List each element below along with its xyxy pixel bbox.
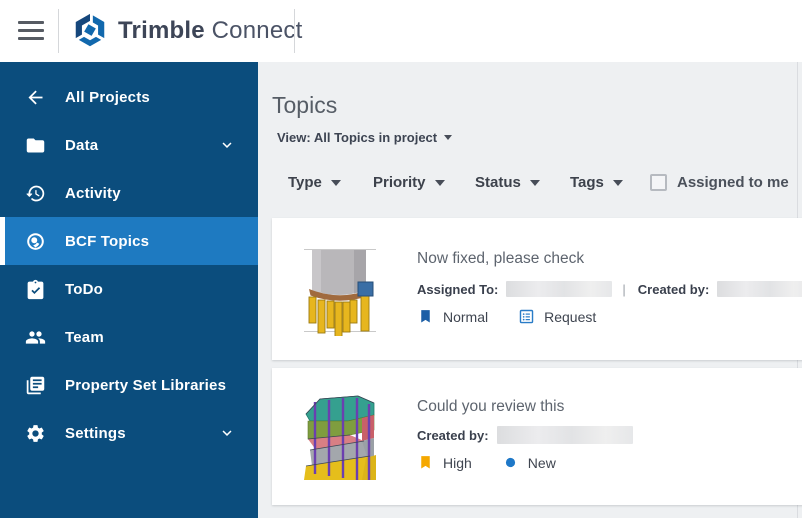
caret-down-icon — [435, 180, 445, 186]
view-selector[interactable]: View: All Topics in project — [277, 130, 452, 145]
header-divider — [294, 9, 295, 53]
created-by-label: Created by: — [417, 428, 489, 443]
topics-panel: Topics View: All Topics in project Type … — [258, 62, 802, 518]
assigned-to-me-toggle[interactable]: Assigned to me — [650, 174, 789, 191]
caret-down-icon — [444, 135, 452, 140]
type-tag: Request — [518, 308, 596, 325]
sidebar-item-label: Property Set Libraries — [65, 377, 226, 394]
topic-tags: High New — [417, 454, 586, 471]
filter-status-label: Status — [475, 174, 521, 191]
sidebar-item-activity[interactable]: Activity — [0, 169, 258, 217]
status-dot-icon — [502, 454, 519, 471]
sidebar-item-bcf-topics[interactable]: BCF Topics — [0, 217, 258, 265]
page-title: Topics — [272, 92, 337, 119]
bookmark-icon — [417, 454, 434, 471]
arrow-left-icon — [24, 86, 46, 108]
status-tag: New — [502, 454, 556, 471]
library-icon — [24, 374, 46, 396]
topic-thumbnail — [304, 244, 376, 336]
filter-status-dropdown[interactable]: Status — [475, 174, 540, 191]
caret-down-icon — [530, 180, 540, 186]
created-by-value-redacted — [497, 426, 633, 444]
topic-meta: Assigned To: | Created by: — [417, 281, 802, 297]
priority-tag: Normal — [417, 308, 488, 325]
sidebar-item-label: Team — [65, 329, 104, 346]
topic-title: Could you review this — [417, 398, 564, 416]
chevron-down-icon[interactable] — [218, 136, 236, 154]
gear-icon — [24, 422, 46, 444]
topic-meta: Created by: — [417, 426, 633, 444]
sidebar-item-label: Settings — [65, 425, 126, 442]
filter-priority-dropdown[interactable]: Priority — [373, 174, 445, 191]
view-selector-label: View: All Topics in project — [277, 130, 437, 145]
history-icon — [24, 182, 46, 204]
filter-priority-label: Priority — [373, 174, 426, 191]
sidebar-item-todo[interactable]: ToDo — [0, 265, 258, 313]
priority-label: Normal — [443, 309, 488, 325]
filter-tags-dropdown[interactable]: Tags — [570, 174, 623, 191]
filter-tags-label: Tags — [570, 174, 604, 191]
type-label: Request — [544, 309, 596, 325]
top-header: Trimble Connect — [0, 0, 802, 62]
assigned-to-me-checkbox[interactable] — [650, 174, 667, 191]
bcf-icon — [24, 230, 46, 252]
assigned-to-me-label: Assigned to me — [677, 174, 789, 191]
team-icon — [24, 326, 46, 348]
topic-thumbnail — [304, 394, 376, 480]
sidebar-item-property-set-libraries[interactable]: Property Set Libraries — [0, 361, 258, 409]
meta-separator: | — [622, 282, 625, 297]
chevron-down-icon[interactable] — [218, 424, 236, 442]
filter-type-dropdown[interactable]: Type — [288, 174, 341, 191]
brand-name-light: Connect — [212, 17, 303, 44]
filter-bar: Type Priority Status Tags Assigned to me — [258, 174, 802, 202]
caret-down-icon — [613, 180, 623, 186]
sidebar-item-label: Activity — [65, 185, 121, 202]
sidebar-item-label: ToDo — [65, 281, 103, 298]
sidebar-item-label: All Projects — [65, 89, 150, 106]
topic-title: Now fixed, please check — [417, 250, 584, 268]
brand-logo: Trimble Connect — [72, 12, 302, 50]
caret-down-icon — [331, 180, 341, 186]
header-divider — [58, 9, 59, 53]
hamburger-menu-icon[interactable] — [18, 21, 44, 41]
topic-tags: Normal Request — [417, 308, 626, 325]
created-by-label: Created by: — [638, 282, 710, 297]
trimble-logo-icon — [72, 12, 108, 50]
priority-tag: High — [417, 454, 472, 471]
bookmark-icon — [417, 308, 434, 325]
assigned-to-label: Assigned To: — [417, 282, 498, 297]
sidebar-item-team[interactable]: Team — [0, 313, 258, 361]
app-window: Trimble Connect All Projects Data Activi… — [0, 0, 802, 518]
brand-name-bold: Trimble — [118, 17, 205, 44]
brand-name: Trimble Connect — [118, 17, 302, 45]
request-form-icon — [518, 308, 535, 325]
filter-type-label: Type — [288, 174, 322, 191]
status-label: New — [528, 455, 556, 471]
todo-clipboard-icon — [24, 278, 46, 300]
created-by-value-redacted — [717, 281, 802, 297]
assigned-to-value-redacted — [506, 281, 612, 297]
sidebar-item-all-projects[interactable]: All Projects — [0, 73, 258, 121]
topic-card[interactable]: Now fixed, please check Assigned To: | C… — [272, 218, 802, 360]
sidebar-item-label: Data — [65, 137, 98, 154]
priority-label: High — [443, 455, 472, 471]
sidebar-nav: All Projects Data Activity BCF Topics — [0, 62, 258, 518]
sidebar-item-data[interactable]: Data — [0, 121, 258, 169]
folder-icon — [24, 134, 46, 156]
sidebar-item-settings[interactable]: Settings — [0, 409, 258, 457]
topic-card[interactable]: Could you review this Created by: High N… — [272, 368, 802, 505]
sidebar-item-label: BCF Topics — [65, 233, 149, 250]
